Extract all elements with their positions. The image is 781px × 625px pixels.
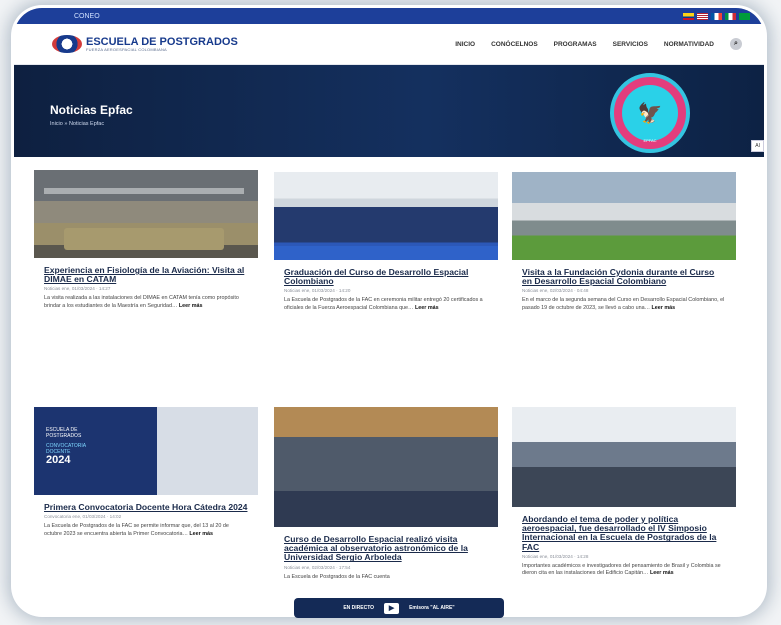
- nav-item-servicios[interactable]: SERVICIOS: [613, 41, 648, 48]
- news-excerpt-text: En el marco de la segunda semana del Cur…: [522, 297, 725, 311]
- flag-brazil-icon[interactable]: [739, 12, 750, 20]
- news-image[interactable]: [512, 172, 736, 260]
- epfac-badge: 🦅 EPFAC: [610, 73, 690, 153]
- news-meta: Noticias ene, 02/03/2024 · 17:54: [284, 564, 351, 570]
- top-utility-text: CONEO: [74, 12, 100, 20]
- news-card[interactable]: Visita a la Fundación Cydonia durante el…: [512, 172, 736, 313]
- top-utility-bar: CONEO: [14, 8, 764, 24]
- flag-france-icon[interactable]: [711, 12, 722, 20]
- news-meta: Noticias ene, 01/03/2024 · 14:20: [284, 288, 351, 294]
- news-title[interactable]: Visita a la Fundación Cydonia durante el…: [522, 267, 726, 286]
- news-title[interactable]: Curso de Desarrollo Espacial realizó vis…: [284, 534, 488, 563]
- news-image[interactable]: [274, 172, 498, 260]
- page-title: Noticias Epfac: [50, 103, 133, 117]
- news-card[interactable]: Curso de Desarrollo Espacial realizó vis…: [274, 407, 498, 581]
- flag-usa-icon[interactable]: [697, 12, 708, 20]
- news-title[interactable]: Primera Convocatoria Docente Hora Cátedr…: [44, 502, 248, 512]
- convocatoria-school-text: ESCUELA DE POSTGRADOS: [46, 427, 82, 439]
- nav-item-conocenos[interactable]: CONÓCELNOS: [491, 41, 538, 48]
- news-image[interactable]: [34, 170, 258, 258]
- news-image[interactable]: ESCUELA DE POSTGRADOS CONVOCATORIA DOCEN…: [34, 407, 258, 495]
- language-flags: [683, 12, 750, 20]
- news-image[interactable]: [512, 407, 736, 507]
- news-title[interactable]: Experiencia en Fisiología de la Aviación…: [44, 265, 248, 284]
- news-excerpt: La Escuela de Postgrados de la FAC cuent…: [284, 574, 488, 582]
- logo-emblem-icon: [52, 35, 82, 53]
- site-header: ESCUELA DE POSTGRADOS FUERZA AEROESPACIA…: [14, 24, 764, 65]
- news-card[interactable]: ESCUELA DE POSTGRADOS CONVOCATORIA DOCEN…: [34, 407, 258, 538]
- flag-colombia-icon[interactable]: [683, 12, 694, 20]
- read-more-link[interactable]: Leer más: [415, 305, 439, 311]
- badge-label: EPFAC: [643, 138, 657, 143]
- news-excerpt-text: La Escuela de Postgrados de la FAC en ce…: [284, 297, 483, 311]
- news-excerpt: Importantes académicos e investigadores …: [522, 563, 726, 578]
- news-meta: Noticias ene, 02/03/2024 · 04:48: [522, 288, 589, 294]
- read-more-link[interactable]: Leer más: [189, 531, 213, 537]
- radio-label: Emisora "AL AIRE": [409, 605, 455, 611]
- news-excerpt-text: Importantes académicos e investigadores …: [522, 562, 721, 577]
- live-label: EN DIRECTO: [343, 605, 375, 611]
- news-title[interactable]: Graduación del Curso de Desarrollo Espac…: [284, 267, 488, 286]
- news-excerpt: En el marco de la segunda semana del Cur…: [522, 297, 726, 312]
- nav-item-programas[interactable]: PROGRAMAS: [554, 41, 597, 48]
- search-icon[interactable]: ⌕: [730, 38, 742, 50]
- read-more-link[interactable]: Leer más: [651, 305, 675, 311]
- nav-item-normatividad[interactable]: NORMATIVIDAD: [664, 41, 714, 48]
- logo-title: ESCUELA DE POSTGRADOS: [86, 35, 238, 48]
- main-nav: INICIO CONÓCELNOS PROGRAMAS SERVICIOS NO…: [455, 38, 742, 50]
- news-meta: Noticias ene, 01/03/2024 · 14:27: [44, 286, 111, 292]
- live-radio-bar[interactable]: EN DIRECTO ▶ Emisora "AL AIRE": [294, 598, 504, 618]
- news-excerpt-text: La Escuela de Postgrados de la FAC cuent…: [284, 573, 390, 580]
- page-hero: Noticias Epfac Inicio » Noticias Epfac 🦅…: [14, 65, 764, 157]
- flag-italy-icon[interactable]: [725, 12, 736, 20]
- news-excerpt-text: La visita realizada a las instalaciones …: [44, 295, 239, 309]
- news-card[interactable]: Graduación del Curso de Desarrollo Espac…: [274, 172, 498, 313]
- read-more-link[interactable]: Leer más: [179, 303, 203, 309]
- breadcrumb[interactable]: Inicio » Noticias Epfac: [50, 121, 104, 127]
- news-image[interactable]: [274, 407, 498, 527]
- side-accessibility-tab[interactable]: AI: [751, 140, 764, 152]
- news-excerpt: La Escuela de Postgrados de la FAC en ce…: [284, 297, 488, 312]
- convocatoria-year-text: 2024: [46, 454, 71, 466]
- news-meta: Noticias ene, 01/03/2024 · 14:28: [522, 553, 589, 559]
- news-card[interactable]: Abordando el tema de poder y política ae…: [512, 407, 736, 578]
- news-excerpt: La Escuela de Postgrados de la FAC se pe…: [44, 523, 248, 538]
- news-card[interactable]: Experiencia en Fisiología de la Aviación…: [34, 170, 258, 311]
- eagle-emblem-icon: 🦅: [622, 85, 678, 141]
- news-excerpt: La visita realizada a las instalaciones …: [44, 295, 248, 310]
- site-logo[interactable]: ESCUELA DE POSTGRADOS FUERZA AEROESPACIA…: [52, 35, 238, 53]
- news-meta: Convocatoria ene, 01/03/2024 · 14:02: [44, 514, 122, 520]
- play-icon[interactable]: ▶: [384, 602, 400, 614]
- news-title[interactable]: Abordando el tema de poder y política ae…: [522, 514, 726, 552]
- nav-item-inicio[interactable]: INICIO: [455, 41, 475, 48]
- read-more-link[interactable]: Leer más: [650, 570, 674, 576]
